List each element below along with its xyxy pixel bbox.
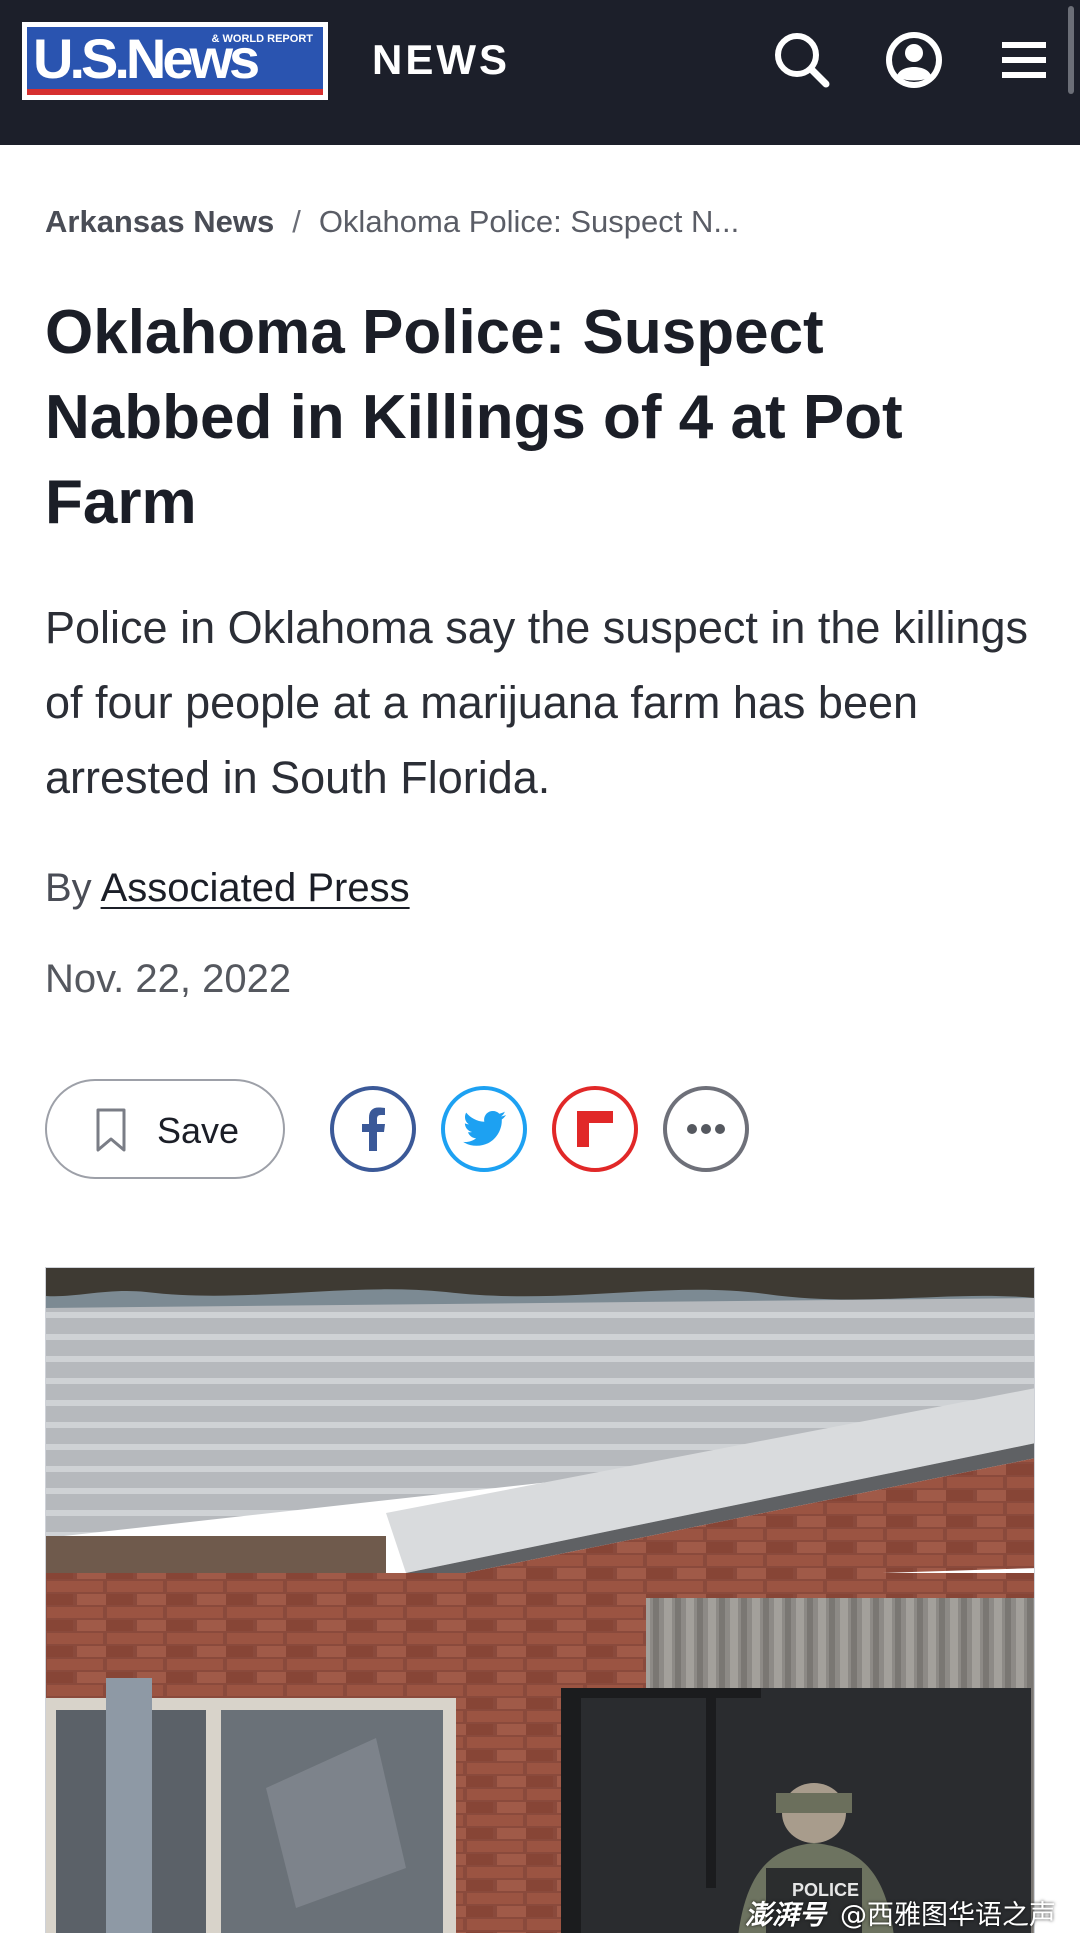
logo-badge: U.S.News & WORLD REPORT	[27, 27, 323, 95]
flipboard-icon[interactable]	[551, 1085, 639, 1173]
facebook-icon[interactable]	[329, 1085, 417, 1173]
account-icon[interactable]	[882, 28, 946, 92]
author-link[interactable]: Associated Press	[101, 866, 410, 910]
more-icon[interactable]	[662, 1085, 750, 1173]
breadcrumb-separator: /	[292, 204, 301, 239]
watermark-brand: 澎湃号	[745, 1900, 826, 1931]
watermark-handle: @西雅图华语之声	[840, 1900, 1056, 1931]
page-scrollbar[interactable]	[1068, 6, 1074, 94]
article-summary: Police in Oklahoma say the suspect in th…	[45, 602, 1028, 803]
article-lead-photo: POLICE	[45, 1267, 1035, 1933]
menu-icon[interactable]	[992, 28, 1056, 92]
search-icon[interactable]	[770, 28, 834, 92]
save-label: Save	[157, 1110, 240, 1151]
usnews-logo[interactable]: U.S.News & WORLD REPORT	[22, 22, 328, 100]
breadcrumb-parent-link[interactable]: Arkansas News	[45, 204, 274, 239]
byline-prefix: By	[45, 866, 92, 910]
watermark: 澎湃号 @西雅图华语之声	[745, 1893, 1056, 1932]
breadcrumb-current: Oklahoma Police: Suspect N...	[318, 204, 740, 239]
byline: By Associated Press	[45, 866, 410, 911]
site-header: U.S.News & WORLD REPORT NEWS	[0, 0, 1080, 145]
twitter-icon[interactable]	[440, 1085, 528, 1173]
save-button[interactable]: Save	[45, 1079, 285, 1179]
section-label-news[interactable]: NEWS	[372, 36, 510, 84]
breadcrumb: Arkansas News / Oklahoma Police: Suspect N…	[45, 204, 739, 240]
logo-tagline: & WORLD REPORT	[211, 33, 313, 45]
publish-date: Nov. 22, 2022	[45, 957, 292, 1001]
article-headline: Oklahoma Police: Suspect Nabbed in Killi…	[45, 298, 903, 537]
bookmark-icon	[96, 1108, 126, 1152]
